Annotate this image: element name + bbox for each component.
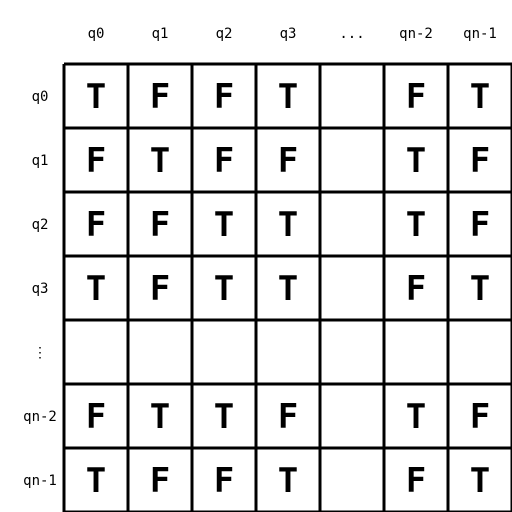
cell-true: T xyxy=(150,141,170,181)
row-headers: q0 q1 q2 q3 ⋮ qn-2 qn-1 xyxy=(23,89,57,489)
row-header: q3 xyxy=(32,281,49,297)
cell-false: F xyxy=(150,461,170,501)
cell-true: T xyxy=(150,397,170,437)
cell-false: F xyxy=(86,397,106,437)
cell-false: F xyxy=(86,205,106,245)
cell-false: F xyxy=(214,141,234,181)
row-header: q2 xyxy=(32,217,49,233)
cell-false: F xyxy=(214,461,234,501)
cell-false: F xyxy=(470,205,490,245)
cell-false: F xyxy=(406,77,426,117)
cell-true: T xyxy=(86,269,106,309)
cell-true: T xyxy=(86,77,106,117)
cell-false: F xyxy=(150,77,170,117)
cell-true: T xyxy=(406,397,426,437)
cell-true: T xyxy=(278,461,298,501)
cell-false: F xyxy=(406,269,426,309)
cell-true: T xyxy=(406,205,426,245)
row-header: q1 xyxy=(32,153,49,169)
column-headers: q0 q1 q2 q3... qn-2 qn-1 xyxy=(88,26,497,42)
column-header: ... xyxy=(339,26,364,42)
row-header: qn-2 xyxy=(23,409,57,425)
cell-true: T xyxy=(470,461,490,501)
cell-false: F xyxy=(86,141,106,181)
row-header: q0 xyxy=(32,89,49,105)
cell-true: T xyxy=(214,269,234,309)
cell-false: F xyxy=(214,77,234,117)
cell-false: F xyxy=(150,269,170,309)
cell-false: F xyxy=(278,141,298,181)
cell-false: F xyxy=(470,397,490,437)
cell-false: F xyxy=(278,397,298,437)
cell-false: F xyxy=(150,205,170,245)
cell-true: T xyxy=(278,205,298,245)
cell-true: T xyxy=(214,205,234,245)
column-header: qn-1 xyxy=(463,26,497,42)
cell-false: F xyxy=(470,141,490,181)
row-header: qn-1 xyxy=(23,473,57,489)
column-header: q2 xyxy=(216,26,233,42)
cell-true: T xyxy=(214,397,234,437)
column-header: q1 xyxy=(152,26,169,42)
column-header: q3 xyxy=(280,26,297,42)
cell-false: F xyxy=(406,461,426,501)
cell-true: T xyxy=(406,141,426,181)
table-cells: T F F T F TF T F F T FF F T T T FT F T T F TF T T F T FT F F T F T xyxy=(86,77,490,501)
column-header: qn-2 xyxy=(399,26,433,42)
cell-true: T xyxy=(278,269,298,309)
cell-true: T xyxy=(86,461,106,501)
cell-true: T xyxy=(470,269,490,309)
row-header: ⋮ xyxy=(33,345,47,361)
truth-table-diagram: q0 q1 q2 q3... qn-2 qn-1 q0q1q2q3⋮qn-2qn-1 TF… xyxy=(23,26,512,512)
cell-true: T xyxy=(470,77,490,117)
cell-true: T xyxy=(278,77,298,117)
column-header: q0 xyxy=(88,26,105,42)
